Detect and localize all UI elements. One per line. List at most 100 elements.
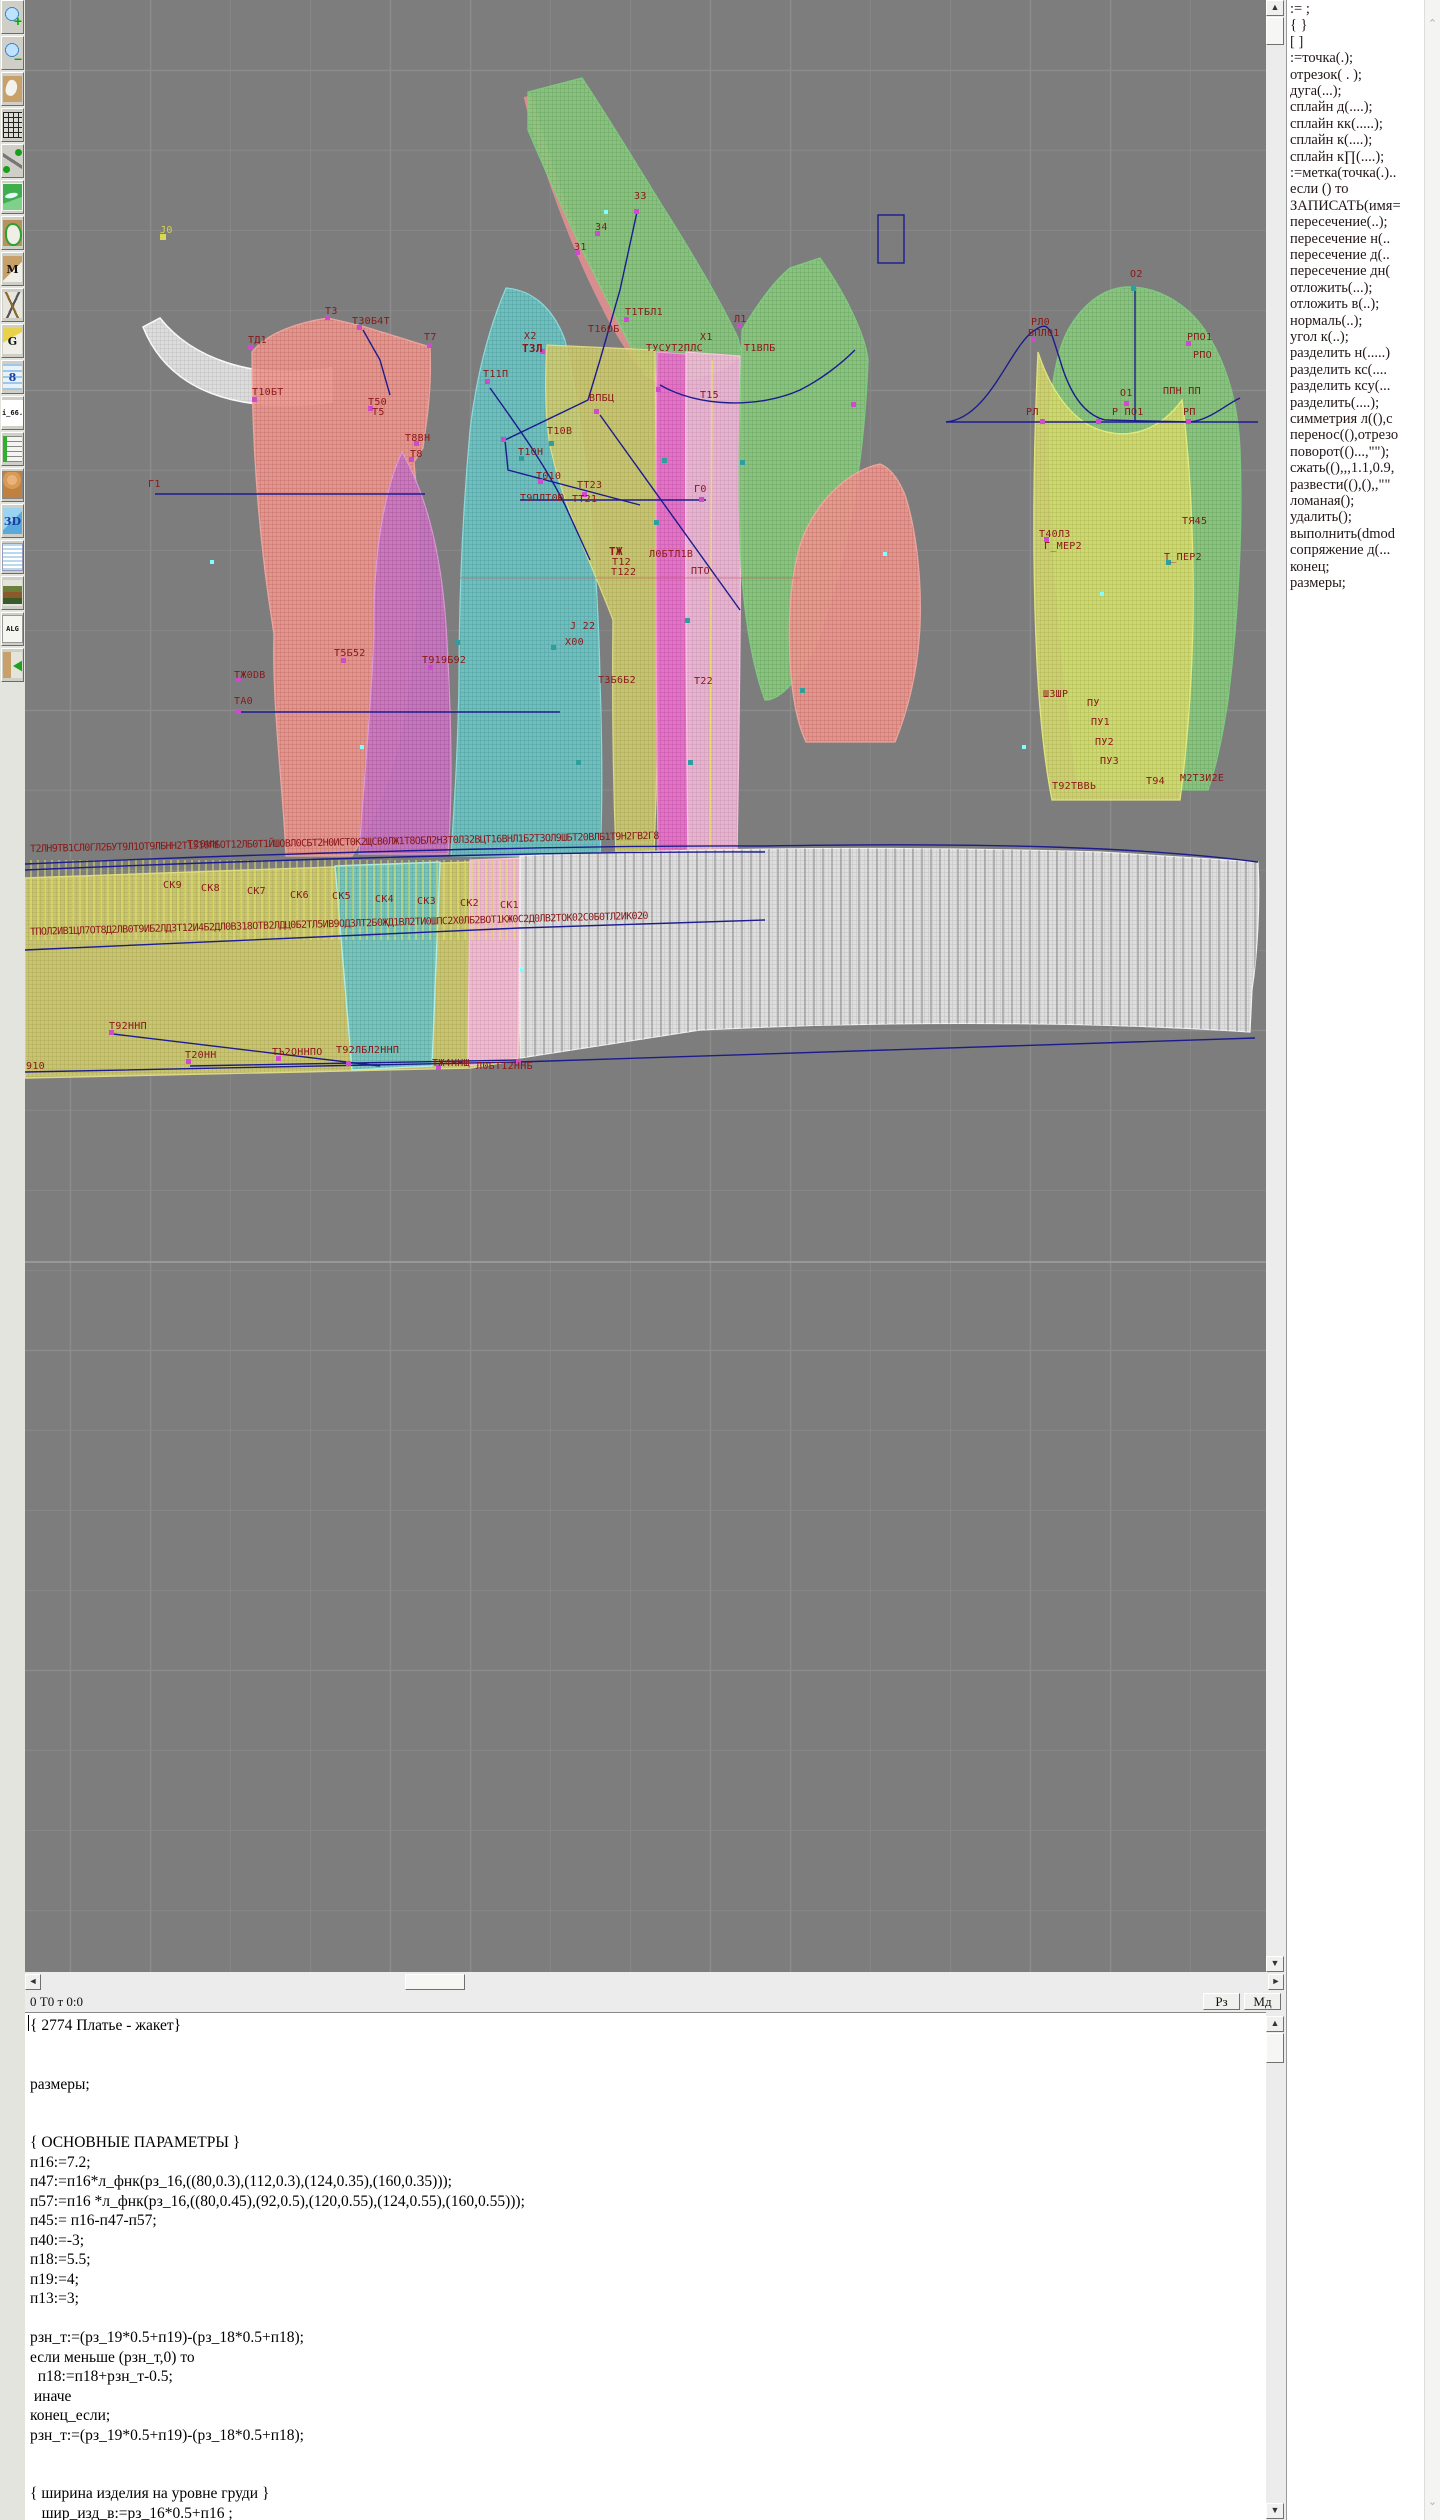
canvas-horizontal-scrollbar[interactable]: ◄ ► xyxy=(25,1972,1286,1992)
scroll-up-button[interactable]: ▲ xyxy=(1266,0,1284,16)
tool-zoom-in-button[interactable] xyxy=(1,0,24,34)
command-item[interactable]: разделить ксу(... xyxy=(1290,379,1390,394)
tool-drafting-sheet-button[interactable]: 8 xyxy=(1,360,24,394)
point-label: Т122 xyxy=(611,568,636,578)
scroll-down-button[interactable]: ▼ xyxy=(1266,1956,1284,1972)
tool-i66-label-button[interactable]: i_66. xyxy=(1,396,24,430)
editor-scroll-thumb[interactable] xyxy=(1266,2033,1284,2063)
command-item[interactable]: сжать((),,,1.1,0.9, xyxy=(1290,461,1394,476)
command-item[interactable]: сплайн д(....); xyxy=(1290,100,1373,115)
command-item[interactable]: нормаль(..); xyxy=(1290,314,1362,329)
point-label: ТД1 xyxy=(248,336,267,346)
tool-text-list-button[interactable] xyxy=(1,540,24,574)
command-item[interactable]: отложить(...); xyxy=(1290,281,1372,296)
point-marker xyxy=(800,688,805,693)
books-icon xyxy=(3,580,22,606)
editor-scroll-up-button[interactable]: ▲ xyxy=(1266,2016,1284,2032)
command-item[interactable]: конец; xyxy=(1290,560,1330,575)
alg-doc-label: ALG xyxy=(6,626,19,633)
command-item[interactable]: сплайн кк(.....); xyxy=(1290,117,1383,132)
point-marker xyxy=(576,760,581,765)
tool-exit-button[interactable] xyxy=(1,648,24,682)
point-label: J0 xyxy=(160,226,173,236)
point-label: Т15 xyxy=(700,391,719,401)
scroll-left-button[interactable]: ◄ xyxy=(25,1974,41,1990)
point-label: М2ТЗИ2Е xyxy=(1180,774,1224,784)
rz-button[interactable]: Рз xyxy=(1203,1993,1240,2010)
command-item[interactable]: отрезок( . ); xyxy=(1290,68,1362,83)
pattern-pieces-svg xyxy=(25,0,1266,1972)
three-d-label: 3D xyxy=(4,516,21,527)
point-label: ТА0 xyxy=(234,697,253,707)
pattern-canvas[interactable]: J0ТД1Т3Т30Б4ТТ7Т10БТТ50Т5Т8ВНТ8Г1З3З4З1Х… xyxy=(25,0,1266,1972)
point-marker xyxy=(688,760,693,765)
command-item[interactable]: пересечение дн( xyxy=(1290,264,1390,279)
command-item[interactable]: пересечение н(.. xyxy=(1290,232,1390,247)
command-item[interactable]: разделить кс(.... xyxy=(1290,363,1387,378)
command-item[interactable]: дуга(...); xyxy=(1290,84,1342,99)
command-item[interactable]: разделить н(.....) xyxy=(1290,346,1390,361)
tool-letter-m-button[interactable]: M xyxy=(1,252,24,286)
command-item[interactable]: размеры; xyxy=(1290,576,1346,591)
tool-compass-tools-button[interactable] xyxy=(1,288,24,322)
program-editor[interactable]: { 2774 Платье - жакет}размеры;{ ОСНОВНЫЕ… xyxy=(25,2012,1266,2520)
command-item[interactable]: симметрия л((),с xyxy=(1290,412,1393,427)
point-label: ПУ3 xyxy=(1100,757,1119,767)
command-item[interactable]: { } xyxy=(1290,18,1308,33)
horizontal-scroll-thumb[interactable] xyxy=(405,1974,465,1990)
command-item[interactable]: сплайн к(....); xyxy=(1290,133,1372,148)
point-label: ТЗБ6Б2 xyxy=(598,676,636,686)
three-d-icon: 3D xyxy=(3,508,22,534)
point-marker xyxy=(1131,286,1136,291)
cad-application-window: M G 8i_66. 3D ALG xyxy=(0,0,1440,2520)
command-item[interactable]: отложить в(..); xyxy=(1290,297,1379,312)
canvas-vertical-scrollbar[interactable]: ▲ ▼ xyxy=(1266,0,1286,1972)
command-item[interactable]: ЗАПИСАТЬ(имя= xyxy=(1290,199,1401,214)
tool-portrait-button[interactable] xyxy=(1,468,24,502)
command-item[interactable]: удалить(); xyxy=(1290,510,1352,525)
point-label: 910 xyxy=(26,1062,45,1072)
tool-zoom-out-button[interactable] xyxy=(1,36,24,70)
tool-three-d-button[interactable]: 3D xyxy=(1,504,24,538)
piece-pink-strip[interactable] xyxy=(656,352,689,856)
panel-scrollbar[interactable]: ⌃ ⌄ xyxy=(1424,0,1440,2520)
command-item[interactable]: выполнить(dmod xyxy=(1290,527,1395,542)
tool-pattern-sheet-button[interactable] xyxy=(1,72,24,106)
command-item[interactable]: развести((),(),,"" xyxy=(1290,478,1390,493)
editor-line: п45:= п16-п47-п57; xyxy=(30,2213,157,2229)
editor-scroll-down-button[interactable]: ▼ xyxy=(1266,2503,1284,2519)
panel-scroll-down-icon[interactable]: ⌄ xyxy=(1427,2496,1438,2507)
point-label: СК7 xyxy=(247,887,266,897)
command-item[interactable]: сплайн к∏(....); xyxy=(1290,150,1384,165)
tool-measure-segment-button[interactable] xyxy=(1,144,24,178)
point-label: СК6 xyxy=(290,891,309,901)
command-item[interactable]: :=метка(точка(.).. xyxy=(1290,166,1396,181)
command-item[interactable]: перенос((),отрезо xyxy=(1290,428,1398,443)
command-item[interactable]: пересечение д(.. xyxy=(1290,248,1390,263)
md-button[interactable]: Мд xyxy=(1244,1993,1281,2010)
command-item[interactable]: := ; xyxy=(1290,2,1310,17)
tool-alg-doc-button[interactable]: ALG xyxy=(1,612,24,646)
command-item[interactable]: [ ] xyxy=(1290,35,1303,50)
command-item[interactable]: разделить(....); xyxy=(1290,396,1379,411)
editor-vertical-scrollbar[interactable]: ▲ ▼ xyxy=(1266,2012,1286,2520)
command-item[interactable]: угол к(..); xyxy=(1290,330,1349,345)
tool-pattern-outline-button[interactable] xyxy=(1,216,24,250)
vertical-scroll-thumb[interactable] xyxy=(1266,17,1284,45)
tool-table-chart-button[interactable] xyxy=(1,432,24,466)
command-item[interactable]: :=точка(.); xyxy=(1290,51,1353,66)
piece-palepink-strip[interactable] xyxy=(686,352,741,858)
command-item[interactable]: ломаная(); xyxy=(1290,494,1354,509)
tool-grid-button[interactable] xyxy=(1,108,24,142)
command-item[interactable]: поворот(()...,""); xyxy=(1290,445,1389,460)
command-item[interactable]: если () то xyxy=(1290,182,1349,197)
scroll-right-button[interactable]: ► xyxy=(1268,1974,1284,1990)
point-label: Т8 xyxy=(410,450,423,460)
tool-books-button[interactable] xyxy=(1,576,24,610)
command-item[interactable]: сопряжение д(... xyxy=(1290,543,1390,558)
command-item[interactable]: пересечение(..); xyxy=(1290,215,1388,230)
letter-g-icon: G xyxy=(3,328,22,354)
panel-scroll-up-icon[interactable]: ⌃ xyxy=(1427,18,1438,29)
tool-letter-g-button[interactable]: G xyxy=(1,324,24,358)
tool-map-image-button[interactable] xyxy=(1,180,24,214)
